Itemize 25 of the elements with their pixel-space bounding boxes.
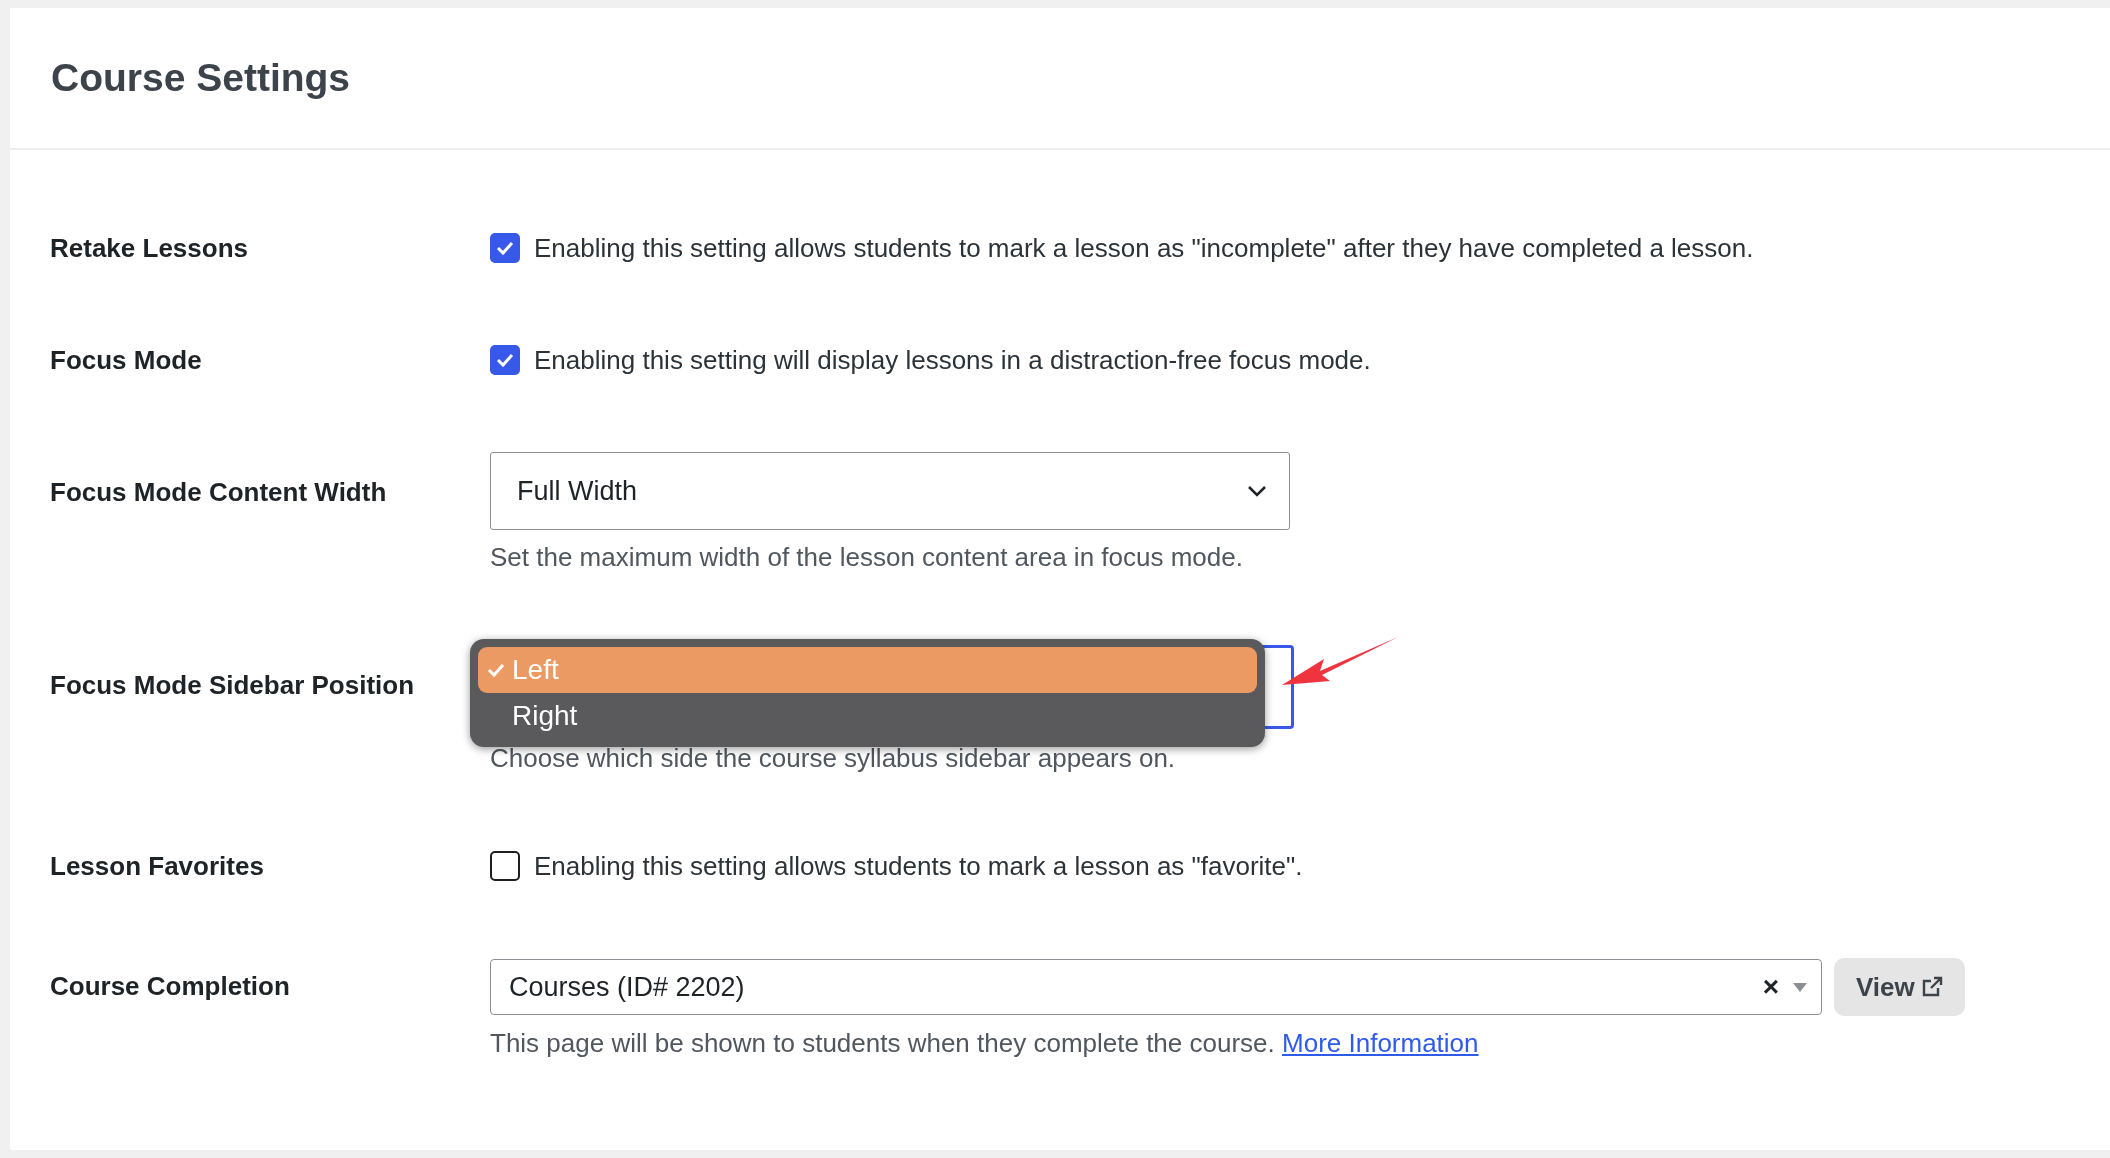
- checkbox[interactable]: [490, 851, 520, 881]
- checkbox[interactable]: [490, 345, 520, 375]
- setting-description: Enabling this setting allows students to mark a lesson as "incomplete" after they have completed a lesson.: [534, 232, 1754, 264]
- clear-icon[interactable]: ×: [1762, 971, 1779, 1003]
- setting-label: Focus Mode Content Width: [50, 476, 387, 508]
- view-button[interactable]: View: [1834, 958, 1965, 1016]
- help-text: This page will be shown to students when they complete the course. More Information: [490, 1028, 1480, 1059]
- caret-icon: [1793, 982, 1807, 992]
- checkbox[interactable]: [490, 233, 520, 263]
- dropdown-option[interactable]: Right: [478, 693, 1257, 739]
- setting-label: Lesson Favorites: [50, 850, 264, 882]
- chevron-down-icon: [1247, 485, 1267, 497]
- page-title: Course Settings: [51, 56, 351, 100]
- setting-label: Focus Mode Sidebar Position: [50, 669, 415, 701]
- select-field[interactable]: Full Width: [490, 452, 1290, 530]
- setting-label: Retake Lessons: [50, 232, 248, 264]
- setting-description: Enabling this setting allows students to mark a lesson as "favorite".: [534, 850, 1303, 882]
- setting-label: Course Completion: [50, 970, 290, 1002]
- help-text: Set the maximum width of the lesson content area in focus mode.: [490, 542, 1244, 573]
- external-link-icon: [1920, 976, 1943, 998]
- setting-description: Enabling this setting will display lessons in a distraction-free focus mode.: [534, 344, 1371, 376]
- setting-label: Focus Mode: [50, 344, 202, 376]
- more-information-link[interactable]: More Information: [1282, 1028, 1479, 1058]
- page-select-field[interactable]: Courses (ID# 2202) ×: [490, 959, 1822, 1015]
- help-text: Choose which side the course syllabus sidebar appears on.: [490, 743, 1177, 774]
